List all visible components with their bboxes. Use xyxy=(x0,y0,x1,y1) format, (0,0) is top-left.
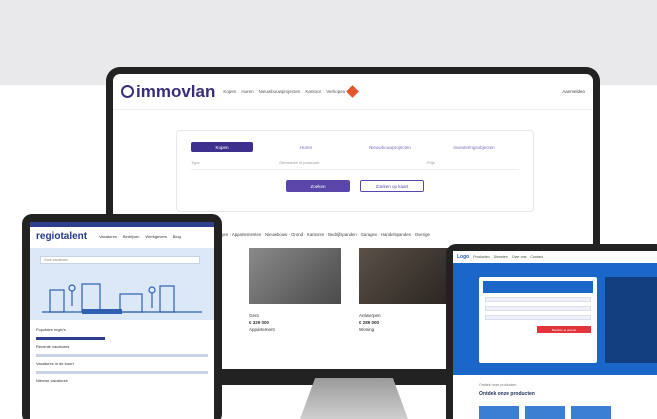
category-strip[interactable]: Woningen · Appartementen · Nieuwbouw · G… xyxy=(209,232,509,237)
nav-link-nieuwbouw[interactable]: Nieuwbouwprojecten xyxy=(259,89,301,94)
search-fields: Type Gemeente of postcode Prijs xyxy=(191,160,519,170)
listing-card[interactable]: Gent € 329 000 Appartement xyxy=(249,248,341,333)
product-thumb[interactable] xyxy=(525,406,565,419)
tab-kopen[interactable]: Kopen xyxy=(191,142,253,152)
laptop-screen: Logo Producten Diensten Over ons Contact… xyxy=(453,251,657,419)
map-search-button[interactable]: Zoeken op kaart xyxy=(360,180,424,192)
search-button[interactable]: Zoeken xyxy=(286,180,350,192)
product-thumb[interactable] xyxy=(479,406,519,419)
location-field[interactable]: Gemeente of postcode xyxy=(279,160,419,165)
nav-link-bedrijven[interactable]: Bedrijven xyxy=(123,234,140,239)
city-illustration-icon xyxy=(42,283,202,314)
logo-text: immovlan xyxy=(136,81,216,101)
listing-title: Gent xyxy=(249,313,259,318)
laptop-device: Logo Producten Diensten Over ons Contact… xyxy=(446,244,657,419)
price-field[interactable]: Prijs xyxy=(427,160,487,165)
list-item[interactable]: Vacatures in de buurt xyxy=(36,360,208,368)
tab-nieuwbouw[interactable]: Nieuwbouwprojecten xyxy=(359,142,421,152)
nav-link[interactable]: Over ons xyxy=(512,255,527,259)
tab-investering[interactable]: Investeringsobjecten xyxy=(443,142,505,152)
listing-sub: Appartement xyxy=(249,327,275,332)
listing-card[interactable]: Antwerpen € 289 000 Woning xyxy=(359,248,451,333)
tab-huren[interactable]: Huren xyxy=(275,142,337,152)
product-thumb[interactable] xyxy=(571,406,611,419)
monitor-stand xyxy=(300,378,408,419)
listing-price: € 329 000 xyxy=(249,320,270,325)
hero-side-panel xyxy=(605,277,657,363)
main-nav: Kopen Huren Nieuwbouwprojecten Kantoor V… xyxy=(223,89,345,94)
tablet-nav: regiotalent Vacatures Bedrijven Werkgeve… xyxy=(30,227,214,246)
nav-link-verkopen[interactable]: Verkopen xyxy=(326,89,345,94)
nav-link-blog[interactable]: Blog xyxy=(173,234,181,239)
search-panel: Kopen Huren Nieuwbouwprojecten Investeri… xyxy=(176,130,534,212)
listing-photo xyxy=(249,248,341,304)
search-tabs: Kopen Huren Nieuwbouwprojecten Investeri… xyxy=(177,131,533,152)
nav-link-kantoor[interactable]: Kantoor xyxy=(305,89,321,94)
login-link[interactable]: Aanmelden xyxy=(562,89,585,94)
regiotalent-logo[interactable]: regiotalent xyxy=(36,231,87,242)
search-actions: Zoeken Zoeken op kaart xyxy=(177,180,533,192)
site-header: immovlan Kopen Huren Nieuwbouwprojecten … xyxy=(113,74,593,110)
listing-sub: Woning xyxy=(359,327,375,332)
listing-title: Antwerpen xyxy=(359,313,381,318)
nav-link-kopen[interactable]: Kopen xyxy=(223,89,236,94)
list-divider xyxy=(36,354,208,357)
nav-link-huren[interactable]: Huren xyxy=(241,89,253,94)
nav-link[interactable]: Diensten xyxy=(494,255,508,259)
section-title: Populaire regio's xyxy=(36,327,66,332)
nav-link[interactable]: Producten xyxy=(473,255,489,259)
quote-form: Bereken je premie xyxy=(479,277,597,363)
list-item[interactable]: Recente vacatures xyxy=(36,343,208,351)
tablet-hero: Zoek vacatures xyxy=(30,248,214,320)
listing-photo xyxy=(359,248,451,304)
calculate-button[interactable]: Bereken je premie xyxy=(537,326,591,333)
listing-meta: Gent € 329 000 Appartement xyxy=(249,312,341,333)
listing-price: € 289 000 xyxy=(359,320,380,325)
section-title: Ontdek onze producten xyxy=(479,391,535,397)
nav-link-werkgevers[interactable]: Werkgevers xyxy=(146,234,167,239)
list-item[interactable]: Nieuwe vacatures xyxy=(36,377,208,385)
tablet-screen: regiotalent Vacatures Bedrijven Werkgeve… xyxy=(30,222,214,419)
nav-link[interactable]: Contact xyxy=(530,255,542,259)
flag-icon xyxy=(346,85,360,98)
tablet-content: Populaire regio's Recente vacatures Vaca… xyxy=(30,320,214,385)
laptop-logo[interactable]: Logo xyxy=(457,254,469,260)
form-field[interactable] xyxy=(485,297,591,302)
form-field[interactable] xyxy=(485,306,591,311)
listing-meta: Antwerpen € 289 000 Woning xyxy=(359,312,451,333)
immovlan-logo[interactable]: immovlan xyxy=(121,82,215,102)
section-divider xyxy=(36,337,105,340)
product-thumbnails xyxy=(479,406,611,419)
logo-mark-icon xyxy=(121,85,134,98)
form-field[interactable] xyxy=(485,315,591,320)
list-divider xyxy=(36,371,208,374)
job-search-input[interactable]: Zoek vacatures xyxy=(40,256,200,264)
nav-link-vacatures[interactable]: Vacatures xyxy=(99,234,117,239)
form-header xyxy=(483,281,593,293)
type-field[interactable]: Type xyxy=(191,160,271,165)
tablet-device: regiotalent Vacatures Bedrijven Werkgeve… xyxy=(22,214,222,419)
section-subtitle: Ontdek onze producten xyxy=(479,383,517,387)
